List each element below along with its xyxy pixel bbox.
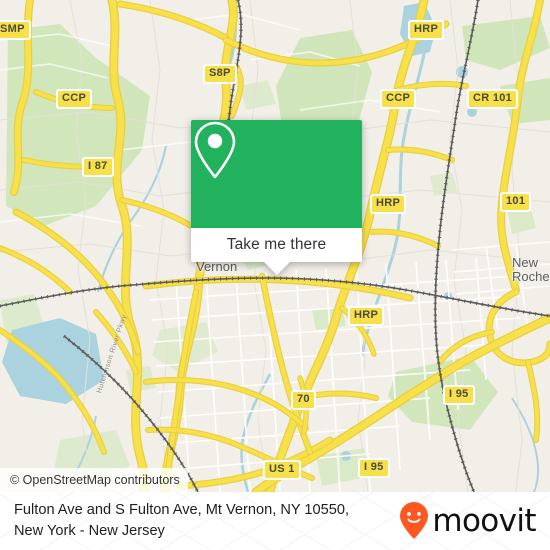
screenshot-root: .w { fill:none; stroke:#aad3df; } .mnr{ … <box>0 0 550 550</box>
shield-i95-2: I 95 <box>358 458 390 478</box>
shield-smp: SMP <box>0 20 31 40</box>
footer-bar: Fulton Ave and S Fulton Ave, Mt Vernon, … <box>0 492 550 550</box>
address-line-2: New York - New Jersey <box>14 523 165 539</box>
moovit-logo[interactable]: moovit <box>399 501 537 541</box>
shield-101: 101 <box>500 192 532 212</box>
shield-hrp-1: HRP <box>408 20 445 40</box>
shield-hrp-3: HRP <box>348 306 385 326</box>
shield-i87: I 87 <box>82 157 114 177</box>
shield-hrp-2: HRP <box>370 194 407 214</box>
take-me-there-label: Take me there <box>226 236 327 253</box>
shield-cr101: CR 101 <box>467 89 519 109</box>
shield-s8p: S8P <box>203 64 237 84</box>
address-line-1: Fulton Ave and S Fulton Ave, Mt Vernon, … <box>14 501 350 518</box>
popup-header <box>191 120 362 228</box>
map-pin-icon <box>194 121 236 179</box>
shield-70: 70 <box>291 390 316 410</box>
shield-ccp-1: CCP <box>56 89 93 109</box>
moovit-pin-icon <box>400 502 429 539</box>
attribution-text: © OpenStreetMap contributors <box>10 473 180 487</box>
location-address: Fulton Ave and S Fulton Ave, Mt Vernon, … <box>14 500 349 542</box>
popup-pointer-tail <box>263 262 290 275</box>
map-canvas[interactable]: .w { fill:none; stroke:#aad3df; } .mnr{ … <box>0 0 550 492</box>
take-me-there-button[interactable]: Take me there <box>191 228 362 262</box>
map-attribution[interactable]: © OpenStreetMap contributors <box>0 468 188 492</box>
shield-ccp-2: CCP <box>380 89 417 109</box>
shield-i95-1: I 95 <box>443 385 475 405</box>
map-popup-card[interactable]: Take me there <box>191 120 362 275</box>
shield-us1: US 1 <box>263 460 301 480</box>
moovit-wordmark: moovit <box>432 503 536 539</box>
